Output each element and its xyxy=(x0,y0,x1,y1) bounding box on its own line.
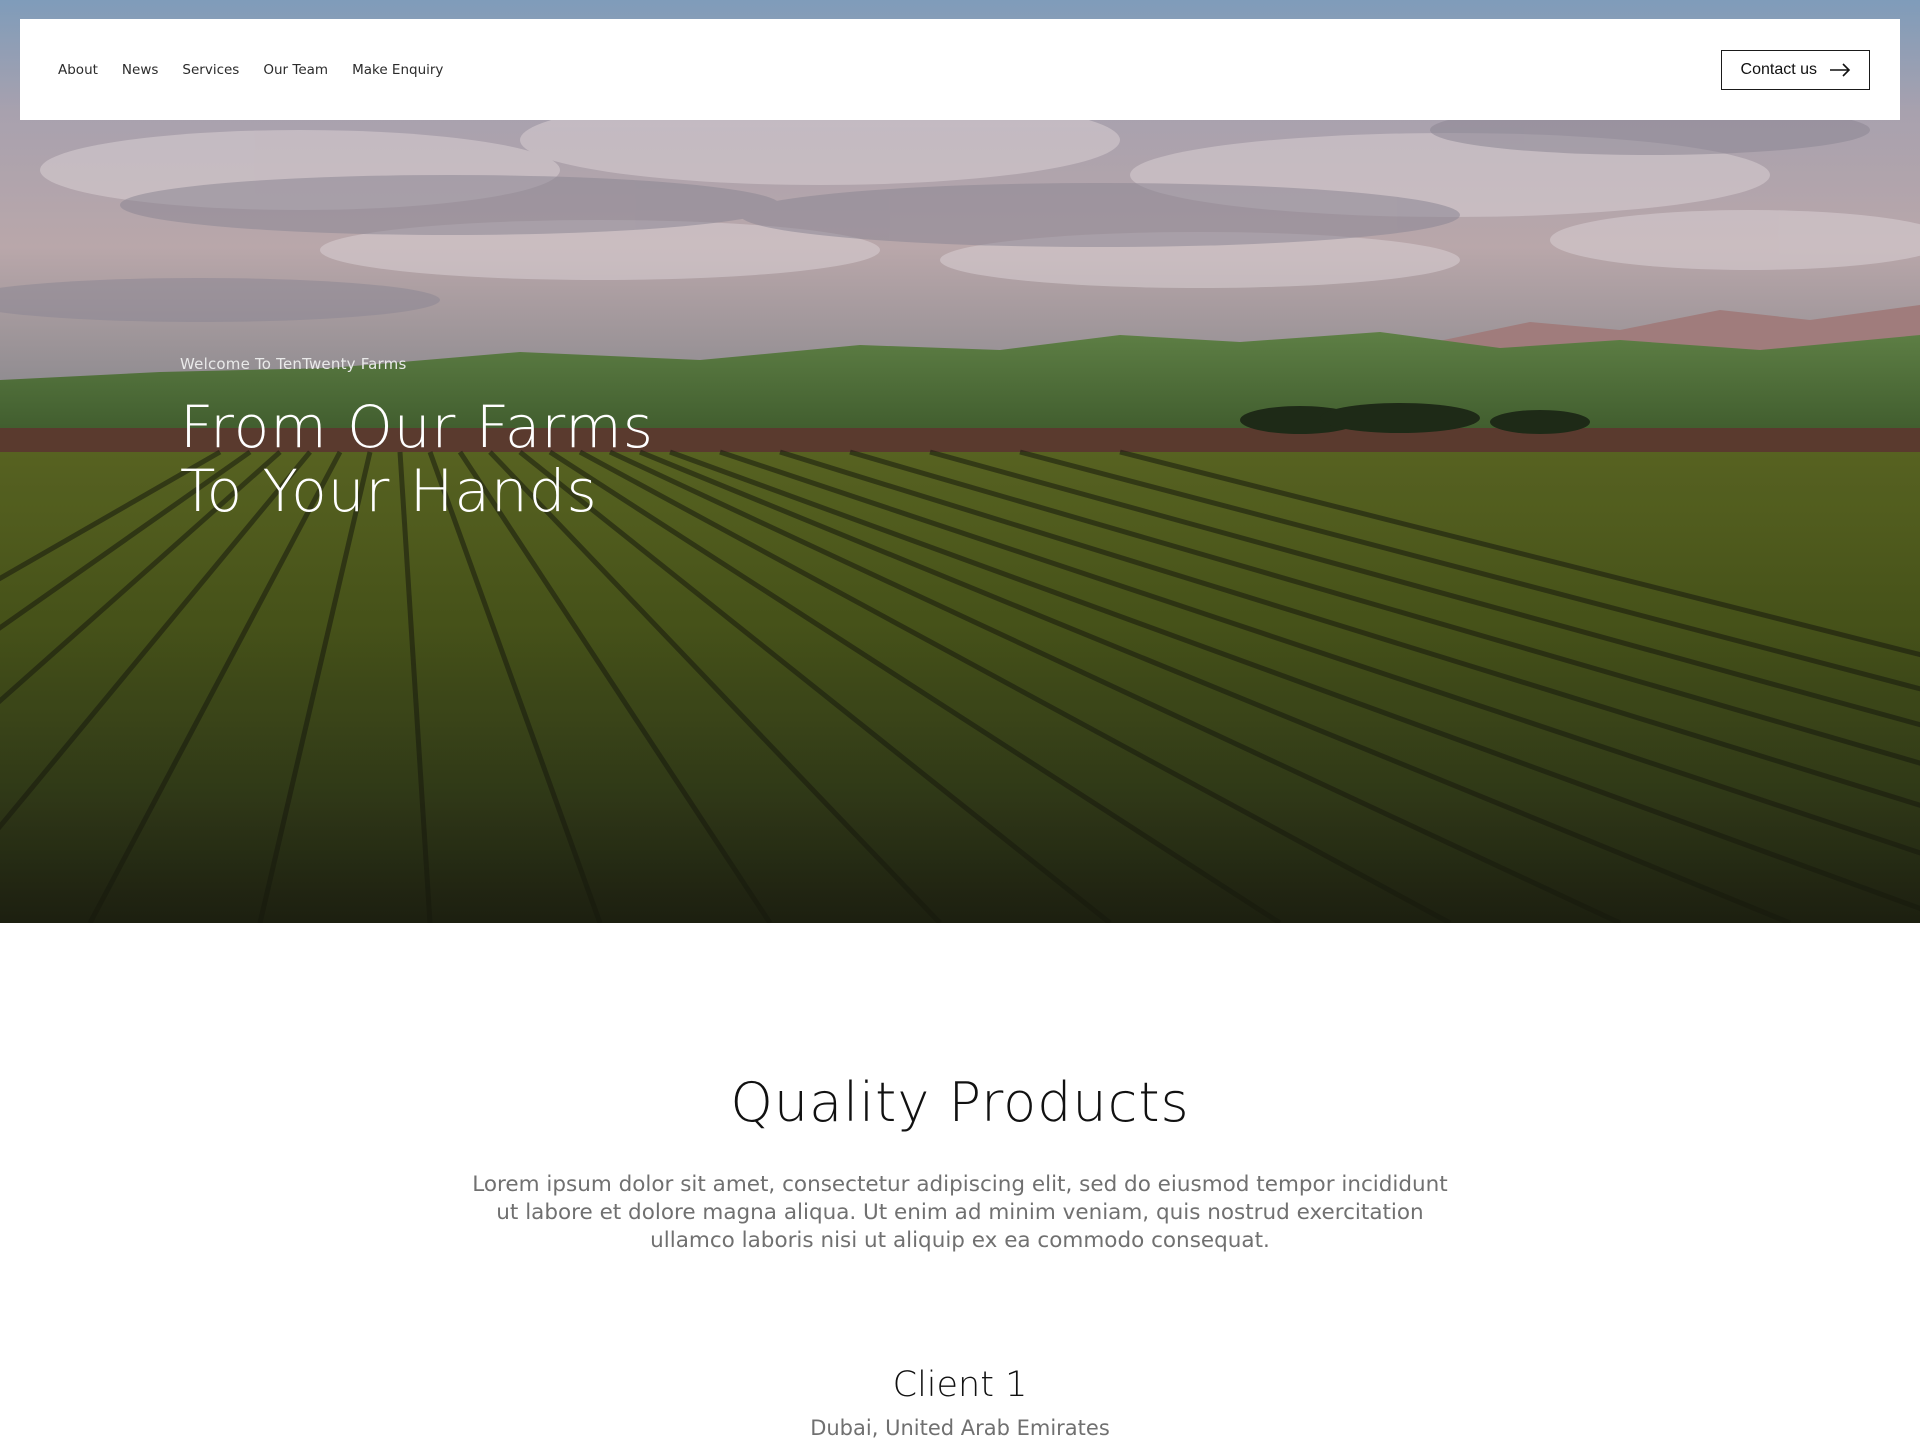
contact-us-button[interactable]: Contact us xyxy=(1720,49,1870,90)
hero-welcome-text: Welcome To TenTwenty Farms xyxy=(180,355,407,373)
hero-title-line-2: To Your Hands xyxy=(180,457,598,525)
nav-links: About News Services Our Team Make Enquir… xyxy=(58,62,467,78)
nav-link-make-enquiry[interactable]: Make Enquiry xyxy=(352,62,443,78)
hero-title-line-1: From Our Farms xyxy=(180,393,654,461)
section-title: Quality Products xyxy=(730,1071,1190,1134)
nav-link-about[interactable]: About xyxy=(58,62,98,78)
top-navigation-bar: About News Services Our Team Make Enquir… xyxy=(20,19,1900,120)
hero-text-block: Welcome To TenTwenty Farms From Our Farm… xyxy=(180,355,654,523)
client-name: Client 1 xyxy=(892,1365,1028,1405)
contact-us-label: Contact us xyxy=(1740,60,1817,78)
hero-title: From Our Farms To Your Hands xyxy=(180,395,654,523)
nav-link-news[interactable]: News xyxy=(122,62,158,78)
client-location: Dubai, United Arab Emirates xyxy=(810,1416,1110,1440)
nav-link-our-team[interactable]: Our Team xyxy=(263,62,328,78)
section-description: Lorem ipsum dolor sit amet, consectetur … xyxy=(472,1172,1448,1253)
quality-products-section: Quality Products Lorem ipsum dolor sit a… xyxy=(0,923,1920,1442)
hero-banner: Welcome To TenTwenty Farms From Our Farm… xyxy=(0,0,1920,923)
arrow-right-icon xyxy=(1830,62,1851,77)
nav-link-services[interactable]: Services xyxy=(182,62,239,78)
